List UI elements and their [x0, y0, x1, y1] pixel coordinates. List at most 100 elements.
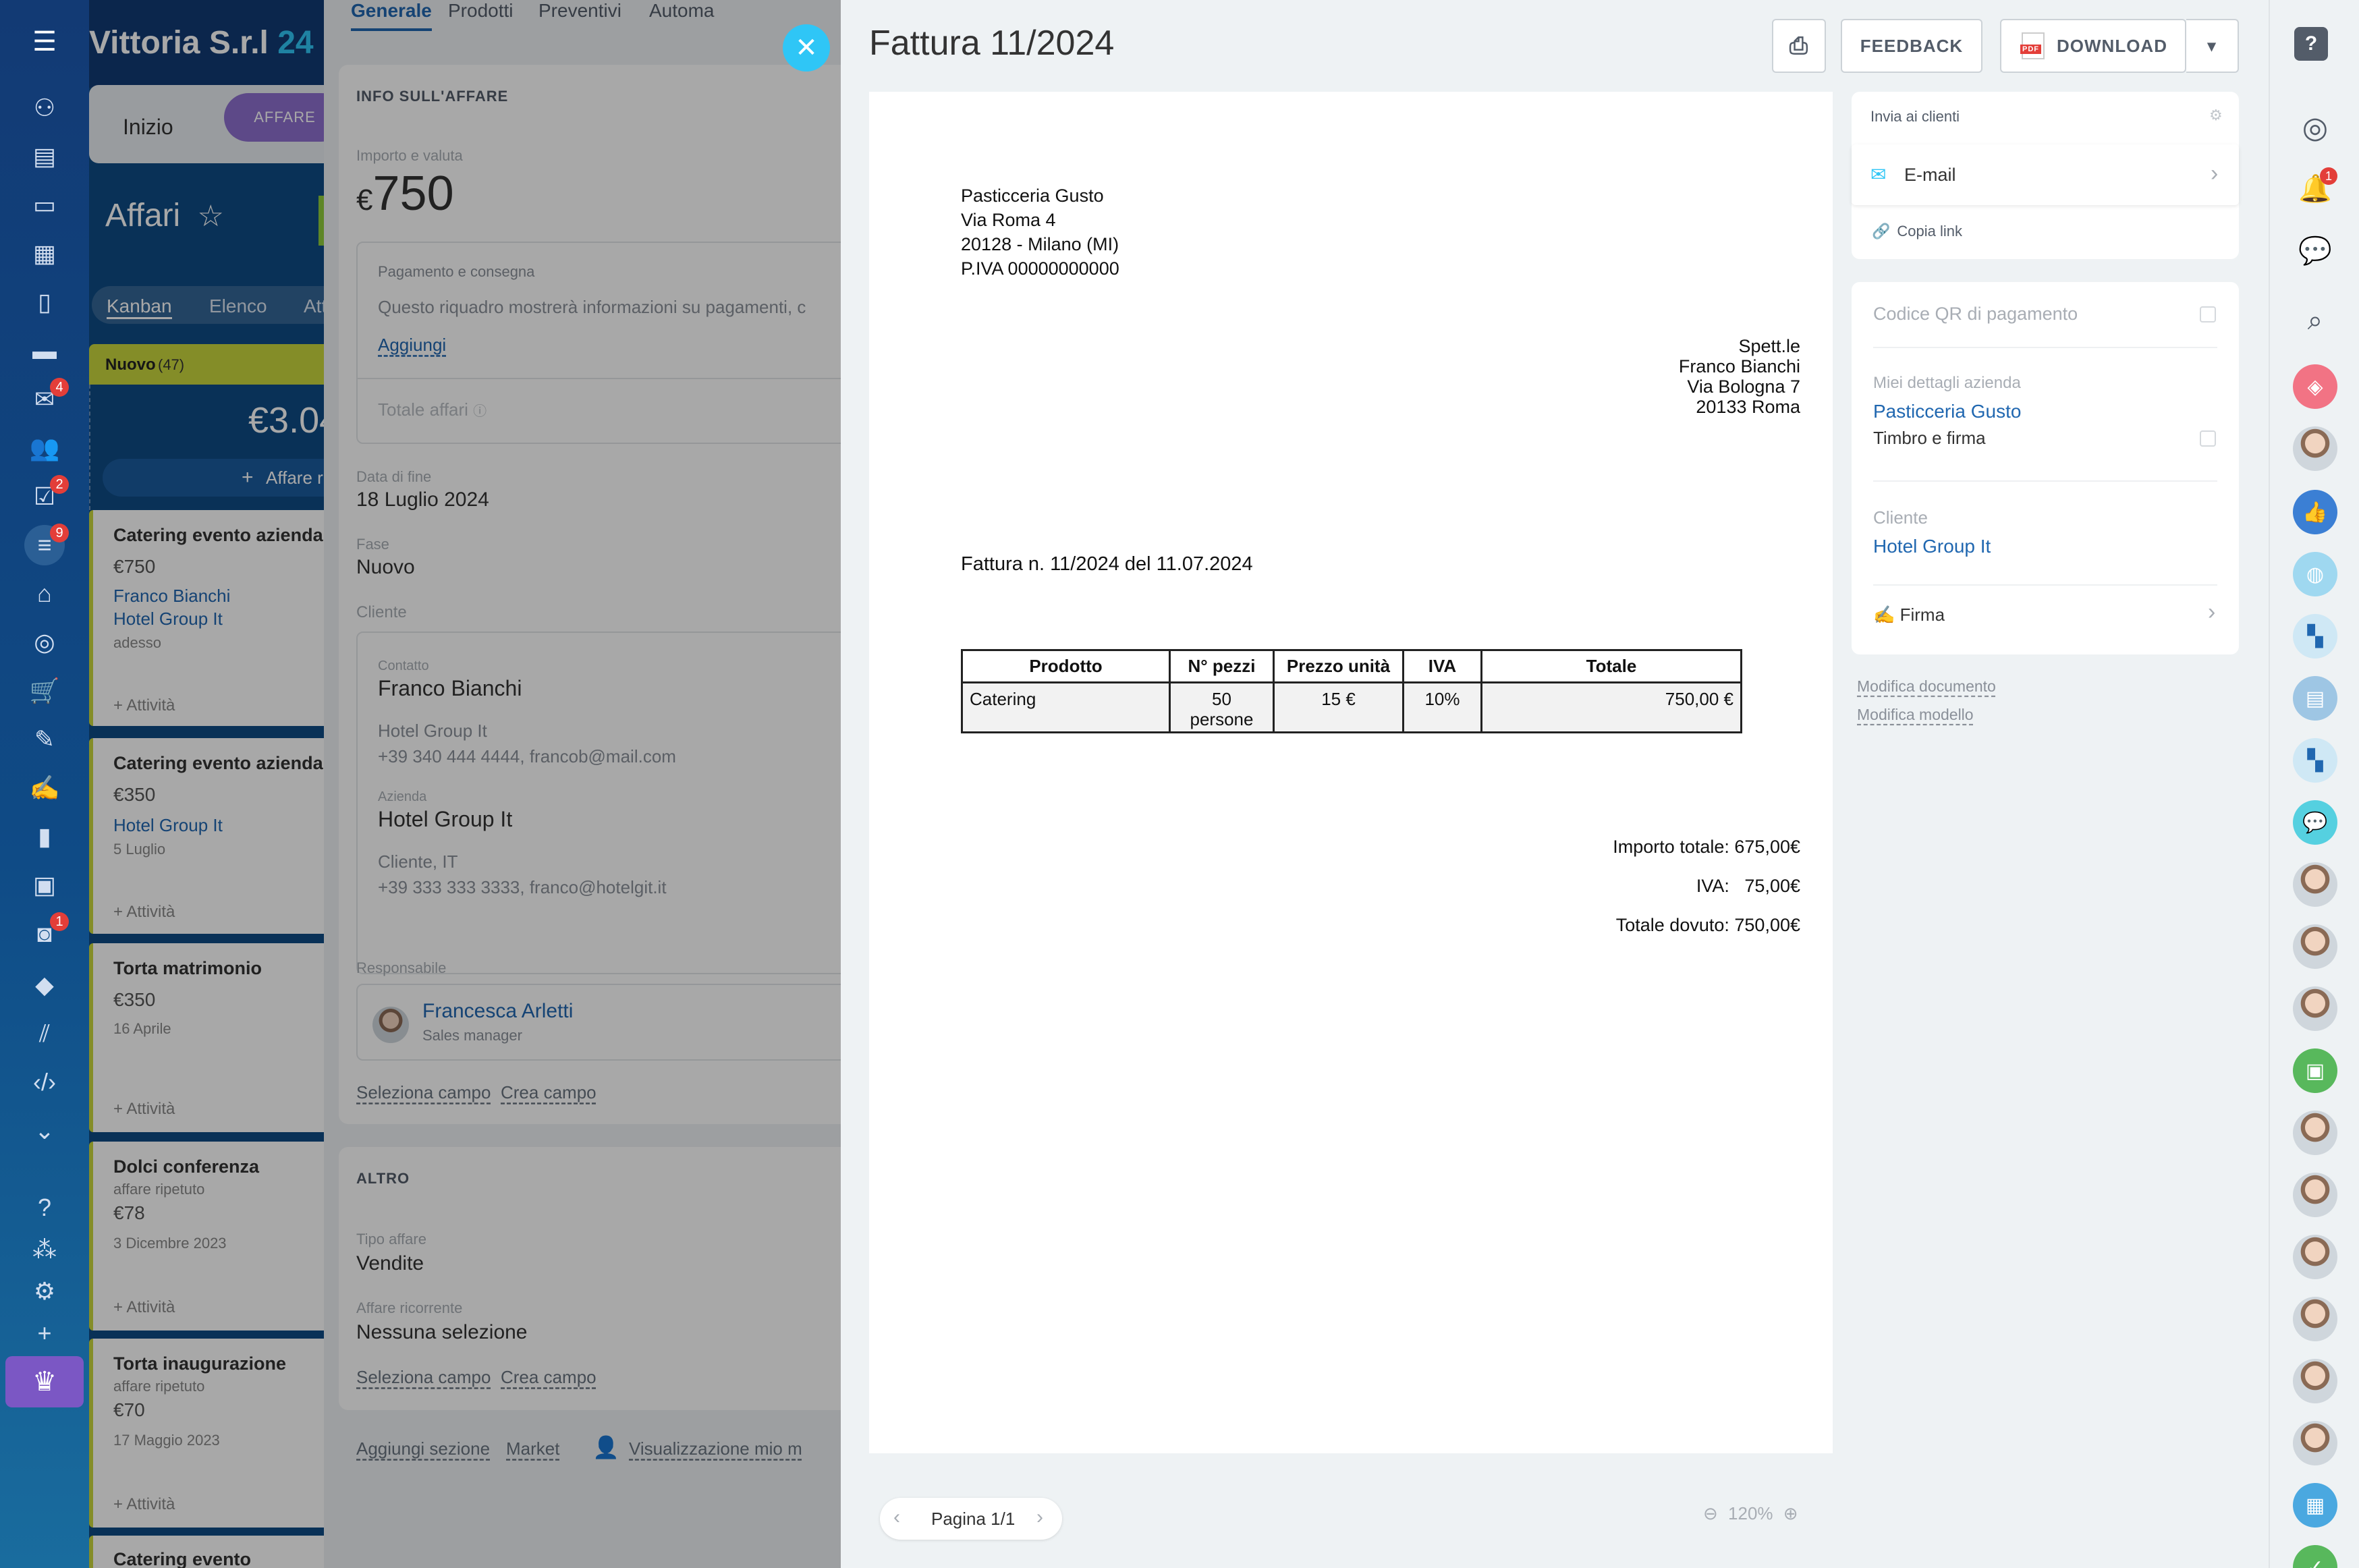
apps-icon[interactable]: ▚: [2293, 614, 2337, 659]
star-icon[interactable]: ☆: [198, 200, 224, 233]
messenger-icon[interactable]: 💬: [2293, 228, 2337, 273]
chevron-right-icon[interactable]: ›: [1036, 1506, 1043, 1529]
drive-icon[interactable]: ▬: [24, 331, 65, 371]
apps-icon[interactable]: ▚: [2293, 738, 2337, 783]
zoom-in-icon[interactable]: ⊕: [1783, 1503, 1798, 1523]
notifications-icon[interactable]: 🔔 1: [2293, 166, 2337, 211]
avatar[interactable]: [2293, 1297, 2337, 1341]
create-field-link[interactable]: Crea campo: [501, 1367, 596, 1388]
deal-card-company[interactable]: Hotel Group It: [113, 815, 223, 836]
deal-type-value[interactable]: Vendite: [356, 1252, 424, 1275]
chevron-right-icon[interactable]: ›: [2208, 599, 2215, 625]
deal-card-title[interactable]: Torta matrimonio: [113, 958, 262, 979]
contacts-icon[interactable]: 👥: [24, 428, 65, 468]
edit-document-icon[interactable]: ✎: [24, 719, 65, 760]
stage-value[interactable]: Nuovo: [356, 556, 415, 579]
info-circle-icon[interactable]: ⓘ: [473, 404, 487, 419]
close-icon[interactable]: ✕: [783, 24, 830, 72]
chevron-left-icon[interactable]: ‹: [893, 1506, 900, 1529]
deal-card-title[interactable]: Catering evento: [113, 1549, 251, 1568]
download-button[interactable]: PDF DOWNLOAD: [2000, 19, 2186, 73]
chat-icon[interactable]: ▭: [24, 185, 65, 225]
deal-card-title[interactable]: Dolci conferenza: [113, 1156, 259, 1177]
id-card-icon[interactable]: ▣: [24, 865, 65, 905]
deal-card[interactable]: Catering evento aziendale €350 Hotel Gro…: [89, 738, 338, 934]
group-chat-icon[interactable]: ◍: [2293, 552, 2337, 596]
qr-code-checkbox[interactable]: [2200, 306, 2216, 323]
add-section-link[interactable]: Aggiungi sezione: [356, 1438, 490, 1459]
open-channel-icon[interactable]: 💬: [2293, 800, 2337, 845]
code-icon[interactable]: ‹/›: [24, 1062, 65, 1102]
tab-general[interactable]: Generale: [351, 0, 432, 31]
stamp-checkbox[interactable]: [2200, 430, 2216, 447]
cart-icon[interactable]: 🛒: [24, 671, 65, 711]
end-date-value[interactable]: 18 Luglio 2024: [356, 488, 489, 511]
avatar[interactable]: [2293, 1421, 2337, 1465]
gear-icon[interactable]: ⚙: [2209, 107, 2223, 124]
deal-card[interactable]: Catering evento: [89, 1536, 324, 1568]
add-icon[interactable]: +: [24, 1313, 65, 1353]
deal-card-title[interactable]: Torta inaugurazione: [113, 1353, 286, 1374]
recurring-value[interactable]: Nessuna selezione: [356, 1321, 528, 1344]
edit-document-link[interactable]: Modifica documento: [1857, 677, 1996, 696]
deal-card-activity[interactable]: + Attività: [113, 1100, 175, 1119]
create-field-link[interactable]: Crea campo: [501, 1082, 596, 1103]
select-field-link[interactable]: Seleziona campo: [356, 1367, 491, 1388]
deal-card-activity[interactable]: + Attività: [113, 696, 175, 715]
amount-value[interactable]: €750: [356, 166, 454, 221]
calendar-icon[interactable]: ▦: [2293, 1483, 2337, 1528]
box-icon[interactable]: ◆: [24, 965, 65, 1005]
tasks-icon[interactable]: ✓: [2293, 1545, 2337, 1568]
crown-icon[interactable]: ♛: [5, 1356, 84, 1407]
copilot-icon[interactable]: ◎: [2293, 105, 2337, 150]
robot-icon[interactable]: ◙ 1: [24, 912, 69, 954]
stage-start-tab[interactable]: Inizio: [123, 115, 173, 140]
pocket-icon[interactable]: ◈: [2293, 364, 2337, 409]
structure-icon[interactable]: ⁂: [24, 1229, 65, 1270]
select-field-link[interactable]: Seleziona campo: [356, 1082, 491, 1103]
deal-card[interactable]: Dolci conferenza affare ripetuto €78 3 D…: [89, 1142, 324, 1331]
download-options-button[interactable]: ▾: [2186, 19, 2239, 73]
avatar[interactable]: [2293, 1359, 2337, 1403]
deal-card-activity[interactable]: + Attività: [113, 903, 175, 922]
feed-icon[interactable]: ⚇: [24, 88, 65, 128]
deal-card-activity[interactable]: + Attività: [113, 1495, 175, 1514]
company-name-value[interactable]: Hotel Group It: [378, 807, 512, 832]
store-icon[interactable]: ⌂: [24, 573, 65, 614]
zoom-out-icon[interactable]: ⊖: [1703, 1503, 1718, 1523]
deal-card-activity[interactable]: + Attività: [113, 1298, 175, 1317]
news-icon[interactable]: ▤: [24, 136, 65, 177]
contact-card-icon[interactable]: ▣: [2293, 1048, 2337, 1093]
more-icon[interactable]: ⌄: [24, 1111, 65, 1151]
contact-name[interactable]: Franco Bianchi: [378, 676, 522, 701]
deal-card-title[interactable]: Catering evento aziendale: [113, 753, 338, 774]
responsible-block[interactable]: Francesca Arletti Sales manager: [356, 984, 841, 1061]
feedback-button[interactable]: FEEDBACK: [1841, 19, 1982, 73]
add-payment-link[interactable]: Aggiungi: [378, 335, 446, 356]
edit-template-link[interactable]: Modifica modello: [1857, 706, 1974, 724]
help-icon[interactable]: ?: [24, 1187, 65, 1228]
email-option[interactable]: ✉ E-mail ›: [1852, 144, 2239, 205]
avatar[interactable]: [2293, 426, 2337, 471]
deal-card[interactable]: Torta inaugurazione affare ripetuto €70 …: [89, 1339, 324, 1528]
copy-link[interactable]: 🔗 Copia link: [1872, 223, 1962, 240]
avatar[interactable]: [2293, 1111, 2337, 1155]
company-details-link[interactable]: Pasticceria Gusto: [1873, 401, 2021, 422]
deal-card[interactable]: Torta matrimonio €350 16 Aprile + Attivi…: [89, 943, 324, 1132]
target-icon[interactable]: ◎: [24, 622, 65, 663]
avatar[interactable]: [2293, 1173, 2337, 1217]
market-link[interactable]: Market: [506, 1438, 559, 1459]
documents-icon[interactable]: ▯: [24, 282, 65, 323]
analytics-icon[interactable]: ▮: [24, 816, 65, 857]
menu-icon[interactable]: ☰: [24, 22, 65, 62]
deal-card-company[interactable]: Hotel Group It: [113, 609, 223, 629]
tab-automation[interactable]: Automa: [649, 0, 715, 22]
help-icon[interactable]: ?: [2294, 27, 2328, 61]
avatar[interactable]: [2293, 986, 2337, 1031]
avatar[interactable]: [2293, 862, 2337, 907]
responsible-name[interactable]: Francesca Arletti: [422, 1000, 573, 1023]
deal-card-title[interactable]: Catering evento aziendale: [113, 525, 338, 546]
crm-filter-icon[interactable]: ≡ 9: [24, 524, 69, 565]
client-link[interactable]: Hotel Group It: [1873, 536, 1991, 557]
tab-list[interactable]: Elenco: [209, 296, 267, 317]
